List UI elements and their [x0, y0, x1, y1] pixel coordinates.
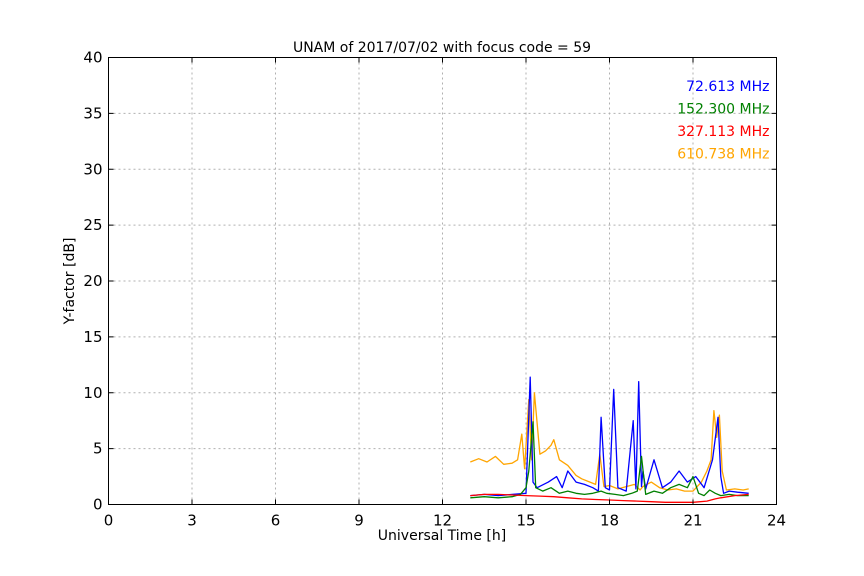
y-tick-label: 30 [83, 160, 102, 178]
y-tick-label: 40 [83, 49, 102, 67]
series-line-1 [470, 376, 749, 497]
y-tick-label: 25 [83, 216, 102, 234]
x-tick-label: 6 [271, 512, 281, 530]
x-tick-label: 12 [433, 512, 452, 530]
x-tick-label: 24 [767, 512, 786, 530]
legend-item: 152.300 MHz [677, 102, 769, 118]
series-layer [470, 376, 749, 503]
y-tick-label: 10 [83, 384, 102, 402]
x-tick-label: 18 [600, 512, 619, 530]
legend-item: 327.113 MHz [677, 124, 769, 140]
y-tick-label: 35 [83, 104, 102, 122]
y-tick-label: 0 [93, 496, 103, 514]
x-axis-label: Universal Time [h] [378, 528, 506, 544]
chart-svg: 0 3 6 9 12 15 18 21 24 0 5 10 15 20 25 30 35 40 UNAM of 2… [62, 40, 786, 544]
legend-item: 72.613 MHz [686, 79, 769, 95]
y-tick-label: 15 [83, 328, 102, 346]
x-tick-label: 0 [104, 512, 114, 530]
axis-ticks: 0 3 6 9 12 15 18 21 24 0 5 10 15 20 25 30 35 40 [83, 49, 786, 530]
x-tick-label: 15 [516, 512, 535, 530]
chart-title: UNAM of 2017/07/02 with focus code = 59 [293, 40, 591, 56]
x-tick-label: 21 [683, 512, 702, 530]
x-tick-label: 9 [354, 512, 364, 530]
y-axis-label: Y-factor [dB] [62, 238, 78, 326]
legend: 72.613 MHz 152.300 MHz 327.113 MHz 610.738 … [677, 79, 769, 163]
y-tick-label: 5 [93, 440, 103, 458]
legend-item: 610.738 MHz [677, 147, 769, 163]
y-tick-label: 20 [83, 272, 102, 290]
x-tick-label: 3 [187, 512, 197, 530]
